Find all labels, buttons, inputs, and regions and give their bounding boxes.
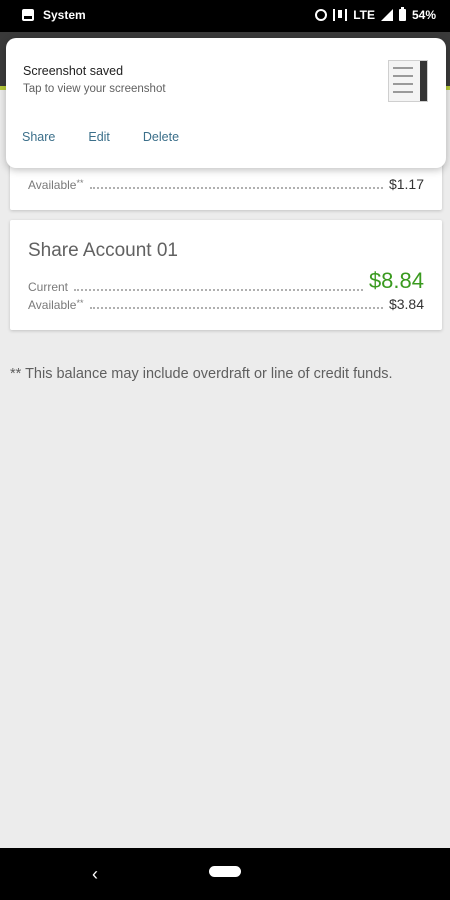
notification-title: Screenshot saved [23,64,124,78]
share-button[interactable]: Share [22,130,55,144]
leader-dots [74,289,363,291]
thumbnail-line [393,75,413,77]
leader-dots [89,187,383,189]
available-value: $1.17 [388,176,424,192]
battery-icon [398,7,406,21]
alarm-icon [315,9,328,21]
vibrate-icon [333,9,348,21]
thumbnail-line [393,67,413,69]
thumbnail-line [393,91,413,93]
current-label: Current [28,280,69,294]
thumbnail-bar [420,61,427,101]
status-app-label: System [43,8,86,22]
available-value: $3.84 [388,296,424,312]
notification-subtitle: Tap to view your screenshot [23,83,166,95]
leader-dots [89,307,383,309]
status-left: System [22,8,86,22]
navigation-bar: ‹ [0,848,450,900]
screenshot-notification[interactable]: Screenshot saved Tap to view your screen… [6,38,446,168]
status-bar: System LTE 54% [0,0,450,32]
edit-button[interactable]: Edit [88,130,110,144]
available-row: Available** $3.84 [28,296,424,312]
status-right: LTE 54% [315,7,436,22]
account-title: Share Account 01 [28,240,178,261]
current-row: Current $8.84 [28,268,424,294]
network-label: LTE [353,8,375,22]
delete-button[interactable]: Delete [143,130,179,144]
available-label: Available** [28,298,84,312]
current-value: $8.84 [368,268,424,293]
available-row: Available** $1.17 [28,176,424,192]
signal-icon [380,9,393,21]
image-icon [22,9,34,21]
available-label: Available** [28,178,84,192]
thumbnail-line [393,83,413,85]
battery-label: 54% [411,8,436,22]
overdraft-footnote: ** This balance may include overdraft or… [10,366,393,382]
screenshot-thumbnail[interactable] [388,60,428,102]
account-card-share-01[interactable]: Share Account 01 Current $8.84 Available… [10,220,442,330]
back-icon[interactable]: ‹ [92,865,98,883]
notification-actions: Share Edit Delete [22,130,212,144]
home-icon[interactable] [209,866,241,877]
